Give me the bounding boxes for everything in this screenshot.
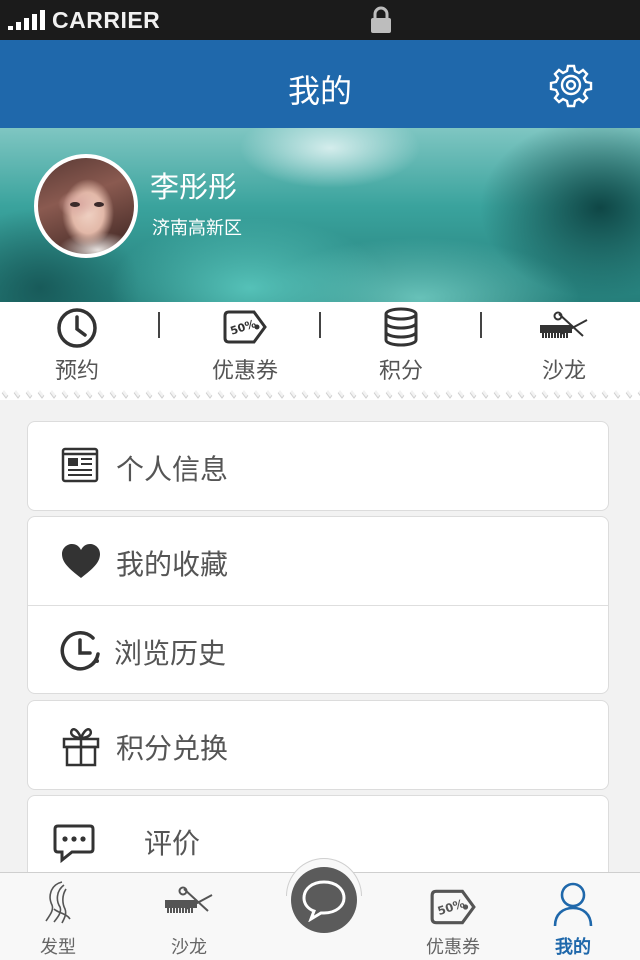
menu-item-favorites[interactable]: 我的收藏 [28, 517, 608, 605]
quick-action-coupons[interactable]: 50% 优惠券 [164, 302, 326, 392]
clock-icon [57, 308, 97, 348]
nav-bar: 我的 [0, 40, 640, 128]
heart-icon [62, 544, 100, 578]
comment-icon [53, 824, 95, 864]
avatar[interactable] [34, 154, 138, 258]
quick-action-salon[interactable]: 沙龙 [488, 302, 640, 392]
tab-label: 发型 [40, 937, 76, 958]
status-bar: CARRIER [0, 0, 640, 40]
menu-item-label: 我的收藏 [116, 548, 229, 581]
menu-item-label: 评价 [144, 827, 201, 860]
quick-action-label: 优惠券 [211, 359, 278, 384]
divider [319, 312, 321, 338]
history-clock-icon [60, 631, 100, 671]
quick-action-label: 沙龙 [541, 359, 586, 384]
quick-action-label: 积分 [378, 359, 423, 384]
signal-icon [8, 10, 45, 30]
menu-item-personal-info[interactable]: 个人信息 [28, 422, 608, 510]
chat-button[interactable] [291, 867, 357, 933]
menu-card-browsing: 我的收藏 浏览历史 [27, 516, 609, 694]
divider [480, 312, 482, 338]
tab-salon[interactable]: 沙龙 [134, 873, 244, 960]
coins-stack-icon [384, 307, 418, 347]
menu-item-label: 个人信息 [116, 453, 229, 486]
lock-icon [371, 6, 391, 33]
quick-action-appointment[interactable]: 预约 [0, 302, 154, 392]
menu-card-points: 积分兑换 [27, 700, 609, 790]
coupon-tag-icon: 50% [223, 310, 267, 344]
chat-bubble-icon [302, 880, 346, 922]
quick-action-points[interactable]: 积分 [326, 302, 476, 392]
menu-card-personal: 个人信息 [27, 421, 609, 511]
tab-label: 优惠券 [426, 937, 480, 958]
gear-icon[interactable] [548, 62, 594, 108]
tab-hairstyle[interactable]: 发型 [3, 873, 113, 960]
quick-action-label: 预约 [54, 359, 99, 384]
tab-coupons[interactable]: 50% 优惠券 [398, 873, 508, 960]
user-location: 济南高新区 [152, 218, 242, 239]
menu-item-label: 积分兑换 [116, 732, 229, 765]
svg-text:50%: 50% [436, 896, 467, 918]
tab-label: 我的 [555, 937, 591, 958]
person-icon [553, 882, 593, 927]
user-name: 李彤彤 [150, 170, 238, 204]
divider [158, 312, 160, 338]
menu-item-label: 浏览历史 [114, 637, 227, 670]
newspaper-icon [61, 447, 99, 483]
page-title: 我的 [287, 72, 352, 110]
comb-scissors-icon [540, 311, 588, 338]
hairstyle-icon [45, 881, 71, 924]
carrier-label: CARRIER [52, 7, 161, 33]
coupon-tag-icon: 50% [430, 889, 476, 925]
svg-text:50%: 50% [229, 317, 258, 338]
profile-banner: 李彤彤 济南高新区 [0, 128, 640, 302]
menu-item-history[interactable]: 浏览历史 [28, 605, 608, 693]
tab-mine[interactable]: 我的 [518, 873, 628, 960]
menu-item-points-exchange[interactable]: 积分兑换 [28, 701, 608, 789]
zigzag-divider [0, 386, 640, 399]
gift-icon [62, 728, 100, 767]
comb-scissors-icon [165, 886, 213, 913]
tab-label: 沙龙 [171, 937, 207, 958]
